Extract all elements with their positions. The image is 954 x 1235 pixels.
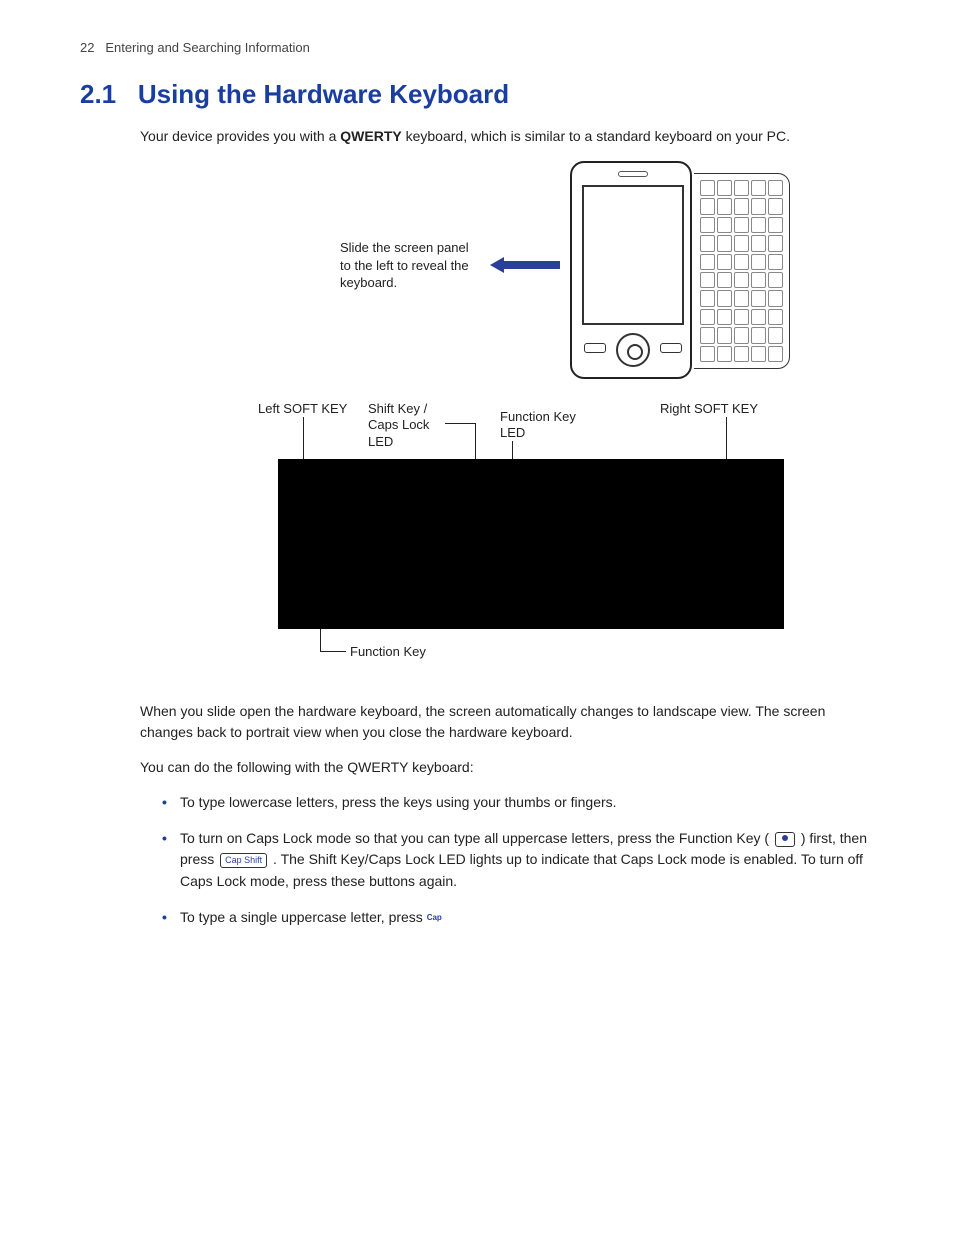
- cap-shift-key-icon: Cap Shift: [220, 853, 267, 868]
- bullet-single-uppercase: To type a single uppercase letter, press…: [162, 907, 874, 929]
- function-key-icon: [775, 832, 795, 847]
- section-title-text: Using the Hardware Keyboard: [138, 79, 509, 109]
- page-number: 22: [80, 40, 94, 55]
- phone-screen: [582, 185, 684, 325]
- phone-illustration: [570, 161, 800, 381]
- paragraph-you-can: You can do the following with the QWERTY…: [140, 757, 874, 778]
- label-left-soft-key: Left SOFT KEY: [258, 401, 347, 417]
- leader-line: [726, 417, 727, 459]
- bullet-list: To type lowercase letters, press the key…: [162, 792, 874, 928]
- leader-line: [475, 423, 476, 459]
- page: 22 Entering and Searching Information 2.…: [0, 0, 954, 1235]
- label-function-key-led: Function Key LED: [500, 409, 600, 442]
- leader-line: [512, 441, 513, 459]
- leader-line: [303, 417, 304, 459]
- phone-dpad: [616, 333, 650, 367]
- bullet-caps-lock: To turn on Caps Lock mode so that you ca…: [162, 828, 874, 893]
- phone-body: [570, 161, 692, 379]
- label-shift-caps-led: Shift Key / Caps Lock LED: [368, 401, 448, 450]
- phone-keyboard-slide: [694, 173, 790, 369]
- paragraph-landscape: When you slide open the hardware keyboar…: [140, 701, 874, 743]
- running-header: 22 Entering and Searching Information: [80, 40, 874, 55]
- phone-keyboard-keys: [700, 180, 783, 362]
- label-right-soft-key: Right SOFT KEY: [660, 401, 758, 417]
- qwerty-bold: QWERTY: [340, 128, 401, 144]
- section-heading: 2.1 Using the Hardware Keyboard: [80, 79, 874, 110]
- section-number: 2.1: [80, 79, 116, 109]
- label-function-key: Function Key: [350, 644, 426, 660]
- leader-line: [445, 423, 475, 424]
- figure-keyboard-labeled: Left SOFT KEY Shift Key / Caps Lock LED …: [80, 401, 874, 691]
- leader-line: [320, 629, 321, 651]
- keyboard-photo-placeholder: [278, 459, 784, 629]
- intro-paragraph: Your device provides you with a QWERTY k…: [140, 126, 874, 147]
- slide-callout: Slide the screen panel to the left to re…: [340, 239, 480, 292]
- slide-arrow-icon: [490, 257, 560, 273]
- cap-key-icon: Cap: [427, 913, 442, 922]
- chapter-title: Entering and Searching Information: [105, 40, 310, 55]
- bullet-lowercase: To type lowercase letters, press the key…: [162, 792, 874, 814]
- leader-line: [320, 651, 346, 652]
- figure-phone-slide: Slide the screen panel to the left to re…: [80, 161, 874, 391]
